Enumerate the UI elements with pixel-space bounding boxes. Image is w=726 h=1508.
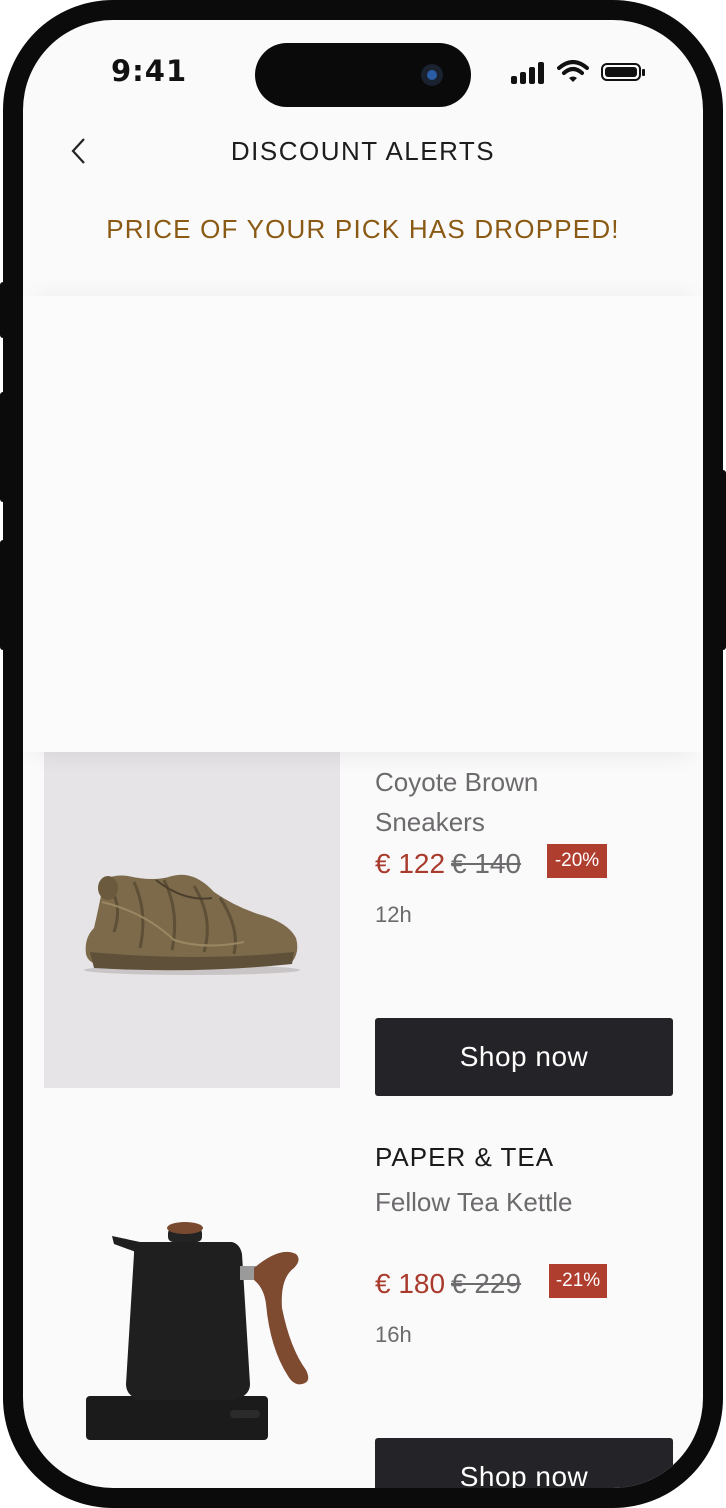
- discount-badge: -20%: [547, 844, 607, 878]
- kettle-image: [86, 1222, 309, 1440]
- shop-now-button[interactable]: Shop now: [375, 1018, 673, 1096]
- alert-age: 12h: [375, 902, 412, 927]
- sale-price: € 122: [375, 848, 446, 879]
- battery-icon: [601, 63, 645, 81]
- product-brand: PAPER & TEA: [375, 1142, 555, 1172]
- price-row: € 180 € 229 -21%: [375, 1264, 675, 1304]
- wifi-icon: [557, 60, 589, 82]
- loading-overlay-panel: [23, 296, 703, 752]
- product-name: Fellow Tea Kettle: [375, 1187, 573, 1217]
- dynamic-island: [255, 43, 471, 107]
- original-price: € 140: [451, 848, 522, 879]
- sneaker-image: [84, 874, 300, 975]
- alert-age: 16h: [375, 1322, 412, 1347]
- original-price: € 229: [451, 1268, 522, 1299]
- side-button-volume-down: [0, 540, 6, 650]
- product-image-sneakers[interactable]: [44, 752, 340, 1088]
- page-title: DISCOUNT ALERTS: [230, 136, 496, 166]
- sale-price: € 180: [375, 1268, 446, 1299]
- side-button-silent: [0, 282, 6, 338]
- screen: 9:41 DISCOUNT ALERTS PRICE OF YOUR PICK …: [23, 20, 703, 1488]
- side-button-volume-up: [0, 392, 6, 502]
- shop-now-button[interactable]: Shop now: [375, 1438, 673, 1488]
- side-button-power: [720, 470, 726, 650]
- price-drop-banner: PRICE OF YOUR PICK HAS DROPPED!: [106, 214, 620, 244]
- camera-icon: [421, 64, 443, 86]
- product-image-kettle[interactable]: [44, 1128, 340, 1464]
- status-time: 9:41: [111, 54, 188, 88]
- cellular-signal-icon: [511, 60, 547, 84]
- product-name: Coyote Brown Sneakers: [375, 767, 539, 837]
- status-icons: [511, 60, 651, 86]
- discount-badge: -21%: [549, 1264, 607, 1298]
- price-row: € 122 € 140 -20%: [375, 844, 675, 884]
